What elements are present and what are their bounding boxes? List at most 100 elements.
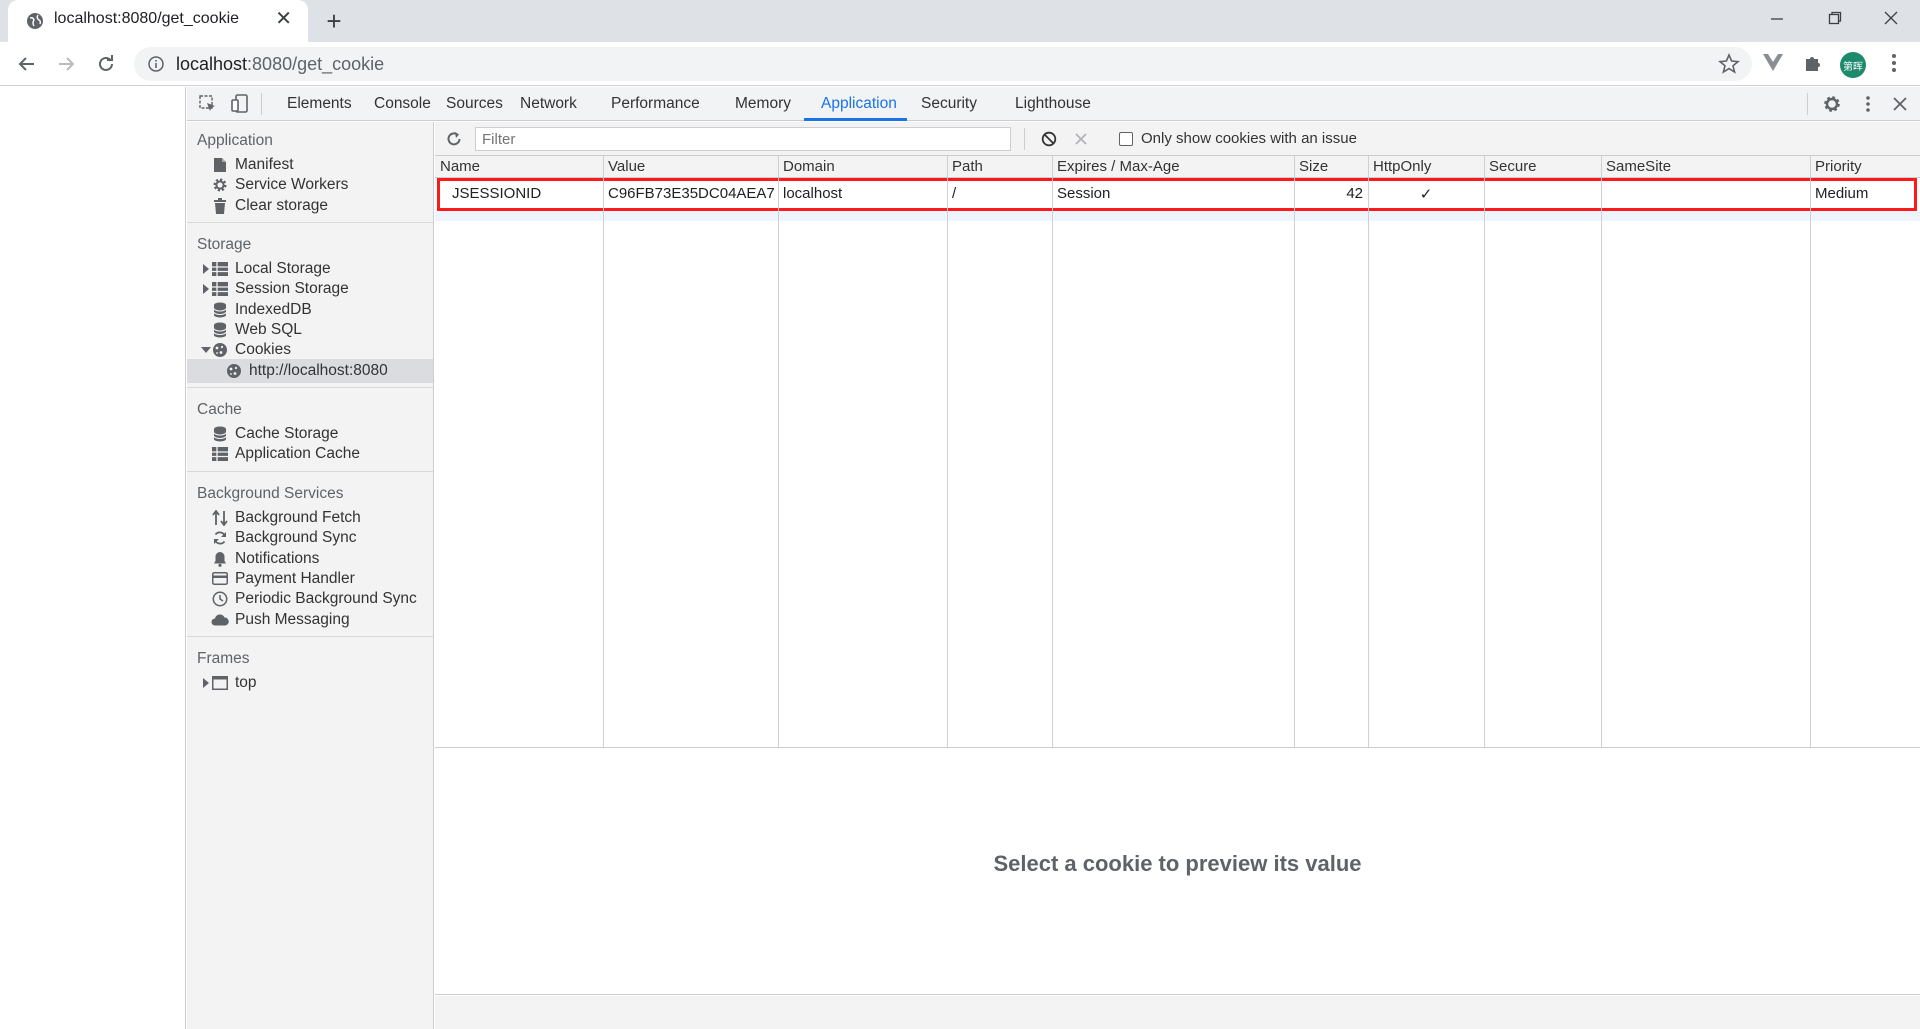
devtools-close-button[interactable] xyxy=(1889,93,1911,115)
column-divider[interactable] xyxy=(1368,156,1369,747)
minimize-button[interactable] xyxy=(1748,0,1806,36)
sidebar-item-label: Periodic Background Sync xyxy=(235,590,417,608)
column-divider[interactable] xyxy=(1484,156,1485,747)
tab-application[interactable]: Application xyxy=(821,87,897,121)
table-icon xyxy=(211,260,229,278)
sidebar-section-frames: Frames xyxy=(197,650,250,667)
tab-network[interactable]: Network xyxy=(520,87,577,121)
tab-close-icon[interactable]: ✕ xyxy=(275,9,292,29)
column-divider[interactable] xyxy=(1601,156,1602,747)
column-divider[interactable] xyxy=(778,156,779,747)
kebab-icon xyxy=(1866,96,1870,112)
sidebar-item-label: top xyxy=(235,674,257,691)
vue-icon xyxy=(1763,54,1783,71)
expand-triangle-right-icon[interactable] xyxy=(203,678,209,688)
url-text: localhost:8080/get_cookie xyxy=(176,54,384,75)
sidebar-item-label: Background Sync xyxy=(235,529,357,547)
close-icon xyxy=(1893,97,1907,111)
devtools-menu-button[interactable] xyxy=(1857,93,1879,115)
gear-icon xyxy=(211,176,229,194)
sidebar-item-top[interactable]: top xyxy=(187,671,433,695)
sidebar-item-application-cache[interactable]: Application Cache xyxy=(187,442,433,466)
vue-extension-button[interactable] xyxy=(1760,50,1786,76)
inspect-element-button[interactable] xyxy=(197,93,219,115)
sidebar-item-label: IndexedDB xyxy=(235,300,312,318)
page-viewport xyxy=(0,87,186,1029)
tab-console[interactable]: Console xyxy=(374,87,431,121)
arrow-left-icon xyxy=(18,57,34,71)
tab-performance[interactable]: Performance xyxy=(611,87,700,121)
tab-lighthouse[interactable]: Lighthouse xyxy=(1015,87,1091,121)
clear-all-cookies-button[interactable] xyxy=(1038,128,1060,150)
column-divider[interactable] xyxy=(947,156,948,747)
column-header-samesite[interactable]: SameSite xyxy=(1606,158,1671,175)
kebab-menu-icon[interactable] xyxy=(1886,50,1902,76)
expand-triangle-down-icon[interactable] xyxy=(201,347,211,354)
toolbar-separator xyxy=(1024,128,1025,150)
column-divider[interactable] xyxy=(603,156,604,747)
browser-tab[interactable]: localhost:8080/get_cookie ✕ xyxy=(8,0,308,42)
close-window-button[interactable] xyxy=(1862,0,1920,36)
tab-title: localhost:8080/get_cookie xyxy=(54,10,240,27)
cookie-filter-input[interactable] xyxy=(475,127,1011,151)
delete-selected-button[interactable] xyxy=(1070,128,1092,150)
device-toolbar-button[interactable] xyxy=(229,93,251,115)
column-header-value[interactable]: Value xyxy=(608,158,645,175)
tabbar-separator xyxy=(1807,93,1808,115)
bookmark-star-icon[interactable] xyxy=(1718,53,1740,75)
sidebar-section-background-services: Background Services xyxy=(197,485,344,502)
devtools-settings-button[interactable] xyxy=(1821,93,1843,115)
column-divider[interactable] xyxy=(1810,156,1811,747)
sidebar-item-http-localhost-8080[interactable]: http://localhost:8080 xyxy=(187,358,433,383)
tab-sources[interactable]: Sources xyxy=(446,87,503,121)
new-tab-button[interactable]: + xyxy=(318,6,350,36)
cookies-table: Name Value Domain Path Expires / Max-Age Size… xyxy=(435,156,1920,748)
sidebar-item-label: Cookies xyxy=(235,341,291,359)
inspect-icon xyxy=(199,95,215,111)
sidebar-item-label: Application Cache xyxy=(235,445,360,463)
database-icon xyxy=(211,425,229,443)
sidebar-divider xyxy=(187,635,433,637)
column-header-secure[interactable]: Secure xyxy=(1489,158,1537,175)
column-divider[interactable] xyxy=(1294,156,1295,747)
sidebar-item-clear-storage[interactable]: Clear storage xyxy=(187,194,433,218)
column-header-path[interactable]: Path xyxy=(952,158,983,175)
column-divider[interactable] xyxy=(1052,156,1053,747)
info-icon[interactable] xyxy=(148,56,164,72)
sidebar-item-label: Notifications xyxy=(235,549,320,567)
tab-elements[interactable]: Elements xyxy=(287,87,352,121)
only-issues-checkbox[interactable] xyxy=(1119,132,1133,146)
restore-button[interactable] xyxy=(1806,0,1864,36)
tab-security[interactable]: Security xyxy=(921,87,977,121)
preview-placeholder-text: Select a cookie to preview its value xyxy=(993,851,1362,876)
sidebar-item-label: Background Fetch xyxy=(235,509,361,526)
empty-row[interactable] xyxy=(435,211,1920,221)
extensions-button[interactable] xyxy=(1800,50,1826,76)
sidebar-item-label: Payment Handler xyxy=(235,569,355,587)
column-header-name[interactable]: Name xyxy=(440,158,480,175)
expand-triangle-right-icon[interactable] xyxy=(203,284,209,295)
column-header-domain[interactable]: Domain xyxy=(783,158,835,175)
sidebar-item-push-messaging[interactable]: Push Messaging xyxy=(187,608,433,632)
card-icon xyxy=(211,570,229,588)
profile-avatar[interactable]: 第晖 xyxy=(1840,52,1866,78)
sidebar-item-label: Cache Storage xyxy=(235,425,339,442)
column-header-httponly[interactable]: HttpOnly xyxy=(1373,158,1431,175)
address-bar[interactable]: localhost:8080/get_cookie xyxy=(134,47,1752,81)
expand-triangle-right-icon[interactable] xyxy=(203,264,209,274)
tabbar-separator xyxy=(261,93,262,115)
column-header-size[interactable]: Size xyxy=(1299,158,1328,175)
column-header-expires-max-age[interactable]: Expires / Max-Age xyxy=(1057,158,1180,175)
sidebar-section-cache: Cache xyxy=(197,401,242,418)
forward-button[interactable] xyxy=(52,50,80,78)
reload-button[interactable] xyxy=(92,50,120,78)
tab-memory[interactable]: Memory xyxy=(735,87,791,121)
refresh-cookies-button[interactable] xyxy=(443,128,465,150)
sidebar-divider xyxy=(187,386,433,388)
database-icon xyxy=(211,301,229,319)
column-header-priority[interactable]: Priority xyxy=(1815,158,1862,175)
url-host: localhost xyxy=(176,54,248,74)
sidebar-section-storage: Storage xyxy=(197,236,252,253)
back-button[interactable] xyxy=(13,50,41,78)
reload-icon xyxy=(99,55,113,71)
